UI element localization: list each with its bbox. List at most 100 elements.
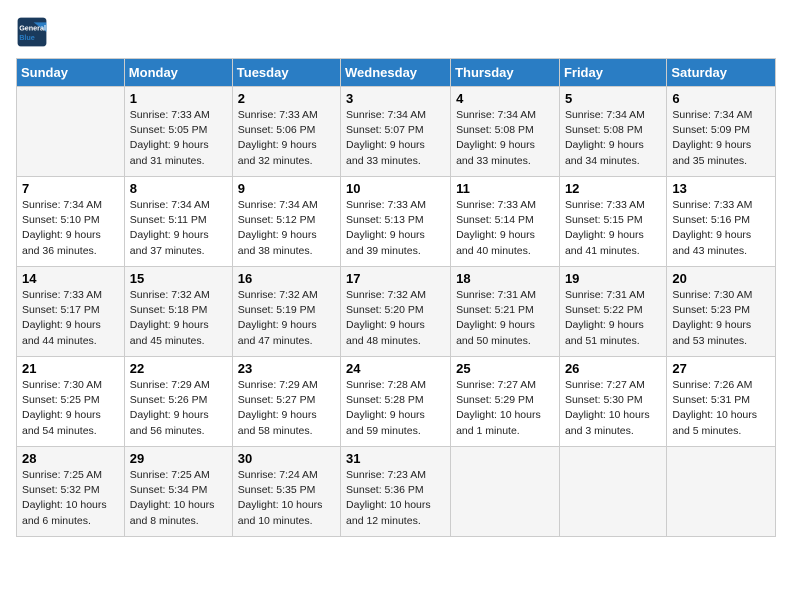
calendar-cell: 7 Sunrise: 7:34 AM Sunset: 5:10 PM Daylig… (17, 177, 125, 267)
day-info: Sunrise: 7:27 AM Sunset: 5:29 PM Dayligh… (456, 378, 554, 439)
weekday-header-monday: Monday (124, 59, 232, 87)
calendar-cell: 18Sunrise: 7:31 AM Sunset: 5:21 PM Dayli… (451, 267, 560, 357)
calendar-cell: 15 Sunrise: 7:32 AM Sunset: 5:18 PM Dayli… (124, 267, 232, 357)
calendar-cell: 6 Sunrise: 7:34 AM Sunset: 5:09 PM Daylig… (667, 87, 776, 177)
day-info: Sunrise: 7:33 AM Sunset: 5:05 PM Dayligh… (130, 108, 227, 169)
day-info: Sunrise: 7:32 AM Sunset: 5:18 PM Dayligh… (130, 288, 227, 349)
day-info: Sunrise: 7:28 AM Sunset: 5:28 PM Dayligh… (346, 378, 445, 439)
calendar-cell: 12 Sunrise: 7:33 AM Sunset: 5:15 PM Dayli… (559, 177, 666, 267)
day-info: Sunrise: 7:30 AM Sunset: 5:23 PM Dayligh… (672, 288, 770, 349)
day-info: Sunrise: 7:33 AM Sunset: 5:17 PM Dayligh… (22, 288, 119, 349)
day-info: Sunrise: 7:33 AM Sunset: 5:14 PM Dayligh… (456, 198, 554, 259)
day-number: 6 (672, 91, 770, 106)
day-number: 14 (22, 271, 119, 286)
day-number: 15 (130, 271, 227, 286)
day-info: Sunrise: 7:34 AM Sunset: 5:11 PM Dayligh… (130, 198, 227, 259)
calendar-cell: 20Sunrise: 7:30 AM Sunset: 5:23 PM Dayli… (667, 267, 776, 357)
day-number: 30 (238, 451, 335, 466)
day-info: Sunrise: 7:31 AM Sunset: 5:21 PM Dayligh… (456, 288, 554, 349)
week-row-1: 1Sunrise: 7:33 AM Sunset: 5:05 PM Daylig… (17, 87, 776, 177)
calendar-cell (667, 447, 776, 537)
calendar-cell: 10 Sunrise: 7:33 AM Sunset: 5:13 PM Dayli… (341, 177, 451, 267)
calendar-cell: 25 Sunrise: 7:27 AM Sunset: 5:29 PM Dayli… (451, 357, 560, 447)
day-number: 19 (565, 271, 661, 286)
day-info: Sunrise: 7:33 AM Sunset: 5:13 PM Dayligh… (346, 198, 445, 259)
day-info: Sunrise: 7:34 AM Sunset: 5:08 PM Dayligh… (565, 108, 661, 169)
day-number: 3 (346, 91, 445, 106)
calendar-cell: 19 Sunrise: 7:31 AM Sunset: 5:22 PM Dayli… (559, 267, 666, 357)
day-info: Sunrise: 7:29 AM Sunset: 5:26 PM Dayligh… (130, 378, 227, 439)
calendar-table: SundayMondayTuesdayWednesdayThursdayFrid… (16, 58, 776, 537)
calendar-cell: 9 Sunrise: 7:34 AM Sunset: 5:12 PM Daylig… (232, 177, 340, 267)
calendar-cell: 13Sunrise: 7:33 AM Sunset: 5:16 PM Dayli… (667, 177, 776, 267)
day-info: Sunrise: 7:25 AM Sunset: 5:32 PM Dayligh… (22, 468, 119, 529)
day-info: Sunrise: 7:32 AM Sunset: 5:20 PM Dayligh… (346, 288, 445, 349)
calendar-cell: 24 Sunrise: 7:28 AM Sunset: 5:28 PM Dayli… (341, 357, 451, 447)
calendar-cell: 5 Sunrise: 7:34 AM Sunset: 5:08 PM Daylig… (559, 87, 666, 177)
day-info: Sunrise: 7:34 AM Sunset: 5:12 PM Dayligh… (238, 198, 335, 259)
calendar-cell (17, 87, 125, 177)
day-info: Sunrise: 7:29 AM Sunset: 5:27 PM Dayligh… (238, 378, 335, 439)
day-info: Sunrise: 7:23 AM Sunset: 5:36 PM Dayligh… (346, 468, 445, 529)
week-row-4: 21 Sunrise: 7:30 AM Sunset: 5:25 PM Dayli… (17, 357, 776, 447)
calendar-cell: 28 Sunrise: 7:25 AM Sunset: 5:32 PM Dayli… (17, 447, 125, 537)
calendar-cell: 14 Sunrise: 7:33 AM Sunset: 5:17 PM Dayli… (17, 267, 125, 357)
day-info: Sunrise: 7:31 AM Sunset: 5:22 PM Dayligh… (565, 288, 661, 349)
day-number: 23 (238, 361, 335, 376)
svg-text:General: General (19, 23, 46, 32)
day-info: Sunrise: 7:33 AM Sunset: 5:16 PM Dayligh… (672, 198, 770, 259)
calendar-cell: 3 Sunrise: 7:34 AM Sunset: 5:07 PM Daylig… (341, 87, 451, 177)
calendar-cell (451, 447, 560, 537)
calendar-cell: 17 Sunrise: 7:32 AM Sunset: 5:20 PM Dayli… (341, 267, 451, 357)
calendar-cell: 29Sunrise: 7:25 AM Sunset: 5:34 PM Dayli… (124, 447, 232, 537)
day-number: 28 (22, 451, 119, 466)
day-number: 16 (238, 271, 335, 286)
day-number: 31 (346, 451, 445, 466)
week-row-2: 7 Sunrise: 7:34 AM Sunset: 5:10 PM Daylig… (17, 177, 776, 267)
day-number: 5 (565, 91, 661, 106)
day-number: 11 (456, 181, 554, 196)
day-number: 7 (22, 181, 119, 196)
day-number: 24 (346, 361, 445, 376)
calendar-cell: 30 Sunrise: 7:24 AM Sunset: 5:35 PM Dayli… (232, 447, 340, 537)
day-number: 8 (130, 181, 227, 196)
day-number: 22 (130, 361, 227, 376)
day-info: Sunrise: 7:27 AM Sunset: 5:30 PM Dayligh… (565, 378, 661, 439)
calendar-cell: 26 Sunrise: 7:27 AM Sunset: 5:30 PM Dayli… (559, 357, 666, 447)
calendar-cell: 11 Sunrise: 7:33 AM Sunset: 5:14 PM Dayli… (451, 177, 560, 267)
calendar-cell: 4Sunrise: 7:34 AM Sunset: 5:08 PM Daylig… (451, 87, 560, 177)
day-info: Sunrise: 7:34 AM Sunset: 5:09 PM Dayligh… (672, 108, 770, 169)
day-info: Sunrise: 7:34 AM Sunset: 5:08 PM Dayligh… (456, 108, 554, 169)
logo: General Blue (16, 16, 48, 48)
header-row: SundayMondayTuesdayWednesdayThursdayFrid… (17, 59, 776, 87)
day-number: 12 (565, 181, 661, 196)
weekday-header-wednesday: Wednesday (341, 59, 451, 87)
day-info: Sunrise: 7:30 AM Sunset: 5:25 PM Dayligh… (22, 378, 119, 439)
day-number: 21 (22, 361, 119, 376)
weekday-header-thursday: Thursday (451, 59, 560, 87)
page-header: General Blue (16, 16, 776, 48)
weekday-header-saturday: Saturday (667, 59, 776, 87)
calendar-cell: 27Sunrise: 7:26 AM Sunset: 5:31 PM Dayli… (667, 357, 776, 447)
day-number: 10 (346, 181, 445, 196)
calendar-cell: 16Sunrise: 7:32 AM Sunset: 5:19 PM Dayli… (232, 267, 340, 357)
weekday-header-friday: Friday (559, 59, 666, 87)
day-number: 26 (565, 361, 661, 376)
day-info: Sunrise: 7:25 AM Sunset: 5:34 PM Dayligh… (130, 468, 227, 529)
week-row-5: 28 Sunrise: 7:25 AM Sunset: 5:32 PM Dayli… (17, 447, 776, 537)
day-number: 17 (346, 271, 445, 286)
day-number: 9 (238, 181, 335, 196)
day-number: 2 (238, 91, 335, 106)
calendar-cell: 2Sunrise: 7:33 AM Sunset: 5:06 PM Daylig… (232, 87, 340, 177)
calendar-cell: 8 Sunrise: 7:34 AM Sunset: 5:11 PM Daylig… (124, 177, 232, 267)
logo-icon: General Blue (16, 16, 48, 48)
calendar-cell: 21 Sunrise: 7:30 AM Sunset: 5:25 PM Dayli… (17, 357, 125, 447)
day-info: Sunrise: 7:24 AM Sunset: 5:35 PM Dayligh… (238, 468, 335, 529)
day-info: Sunrise: 7:34 AM Sunset: 5:10 PM Dayligh… (22, 198, 119, 259)
day-info: Sunrise: 7:33 AM Sunset: 5:15 PM Dayligh… (565, 198, 661, 259)
day-number: 27 (672, 361, 770, 376)
day-number: 25 (456, 361, 554, 376)
day-info: Sunrise: 7:34 AM Sunset: 5:07 PM Dayligh… (346, 108, 445, 169)
calendar-cell: 31 Sunrise: 7:23 AM Sunset: 5:36 PM Dayli… (341, 447, 451, 537)
svg-text:Blue: Blue (19, 33, 35, 42)
